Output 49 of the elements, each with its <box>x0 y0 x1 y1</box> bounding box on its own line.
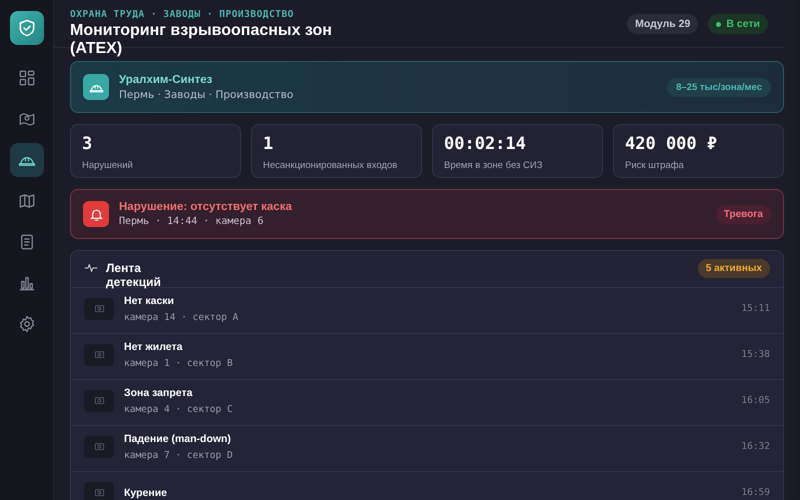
camera-icon <box>94 441 104 452</box>
detection-title: Нет жилета <box>124 340 184 352</box>
page-title: Мониторинг взрывоопасных зон (ATEX) <box>70 22 333 58</box>
shield-check-icon <box>16 18 36 38</box>
detection-time: 16:05 <box>741 395 770 406</box>
map-pin-icon <box>18 110 36 128</box>
stat-label: Несанкционированных входов <box>263 160 398 171</box>
grid-icon <box>18 69 36 87</box>
status-badge: В сети <box>708 14 768 34</box>
stat-label: Нарушений <box>82 160 133 171</box>
alarm-badge: Тревога <box>716 204 771 224</box>
stat-label: Риск штрафа <box>625 160 684 171</box>
detection-title: Падение (man-down) <box>124 432 232 444</box>
stat-value: 00:02:14 <box>444 134 526 154</box>
camera-icon <box>94 487 104 498</box>
detection-time: 16:59 <box>741 487 770 498</box>
detection-meta: камера 1 · сектор B <box>124 358 234 368</box>
stat-label: Время в зоне без СИЗ <box>444 160 542 171</box>
breadcrumb: ОХРАНА ТРУДА · ЗАВОДЫ · ПРОИЗВОДСТВО <box>70 9 295 20</box>
detection-title: Нет каски <box>124 294 175 306</box>
detection-title: Зона запрета <box>124 386 194 398</box>
detection-meta: камера 7 · сектор D <box>124 450 234 460</box>
bell-icon <box>88 206 104 222</box>
active-count-badge: 5 активных <box>698 259 770 278</box>
camera-icon <box>94 349 104 360</box>
nav-item[interactable] <box>10 143 44 177</box>
module-badge: Модуль 29 <box>627 14 698 34</box>
camera-icon <box>94 303 104 314</box>
detection-title: Курение <box>124 486 168 498</box>
alert-meta: Пермь · 14:44 · камера 6 <box>119 216 264 227</box>
detection-meta: камера 14 · сектор A <box>124 312 240 322</box>
detection-time: 15:11 <box>741 303 770 314</box>
detection-time: 16:32 <box>741 441 770 452</box>
company-meta: Пермь · Заводы · Производство <box>119 88 294 100</box>
price-badge: 8–25 тыс/зона/мес <box>667 78 771 96</box>
stat-value: 1 <box>263 134 274 154</box>
feed-title: Лента детекций <box>106 261 162 289</box>
stat-value: 420 000 ₽ <box>625 134 718 154</box>
settings-icon <box>18 315 36 333</box>
detection-meta: камера 4 · сектор C <box>124 404 234 414</box>
camera-icon <box>94 395 104 406</box>
stat-value: 3 <box>82 134 92 154</box>
bar-chart-icon <box>18 274 36 292</box>
alert-title: Нарушение: отсутствует каска <box>119 201 293 213</box>
pulse-icon <box>84 261 98 275</box>
company-name: Уралхим-Синтез <box>119 74 214 86</box>
map-icon <box>18 192 36 210</box>
detection-time: 15:38 <box>741 349 770 360</box>
app-logo[interactable] <box>10 11 44 45</box>
